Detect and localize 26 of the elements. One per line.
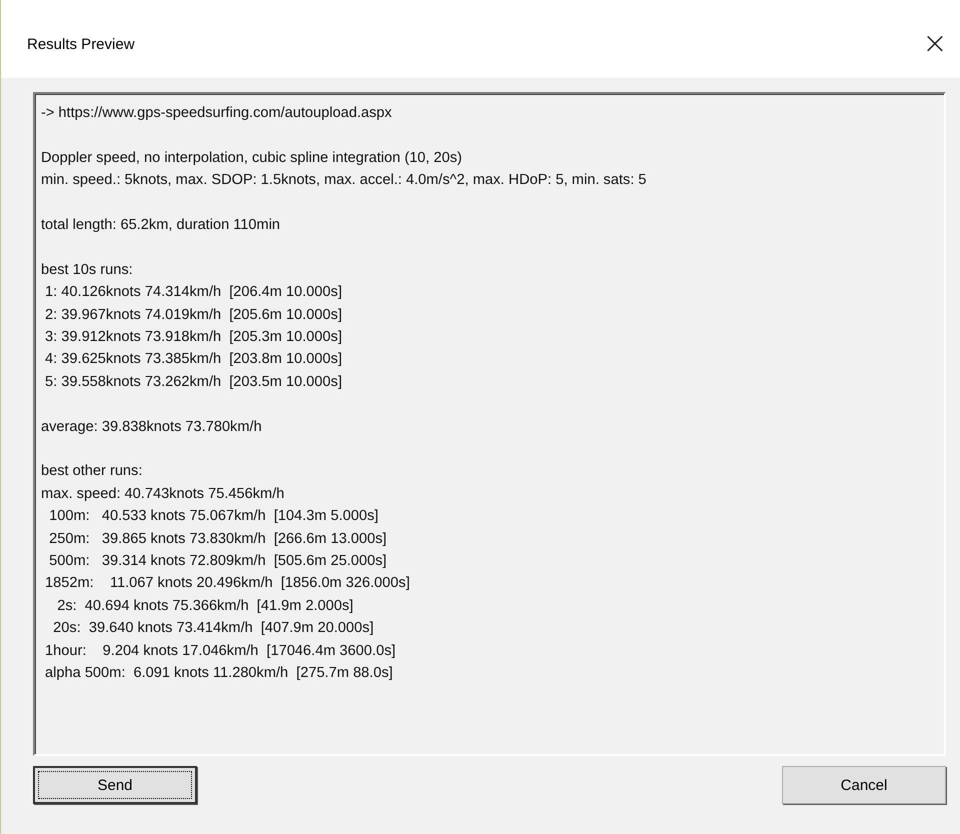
result-line: best other runs:: [41, 462, 144, 482]
result-line: 2: 39.967knots 74.019km/h [205.6m 10.000s]: [44, 306, 343, 325]
result-line: 1852m: 11.067 knots 20.496km/h [1856.0m 326.000s]: [44, 574, 411, 594]
result-line: 20s: 39.640 knots 73.414km/h [407.9m 20.000s]: [52, 619, 375, 638]
result-line: average: 39.838knots 73.780km/h: [41, 418, 263, 437]
result-line: min. speed.: 5knots, max. SDOP: 1.5knots, max. accel.: 4.0m/s^2, max. HDoP: 5, min. sats: 5: [41, 171, 648, 190]
result-line: 2s: 40.694 knots 75.366km/h [41.9m 2.000s]: [56, 596, 354, 616]
results-text-area[interactable]: [33, 92, 946, 756]
result-line: -> https://www.gps-speedsurfing.com/autoupload.aspx: [41, 104, 393, 123]
result-line: Doppler speed, no interpolation, cubic spline integration (10, 20s): [41, 148, 464, 168]
result-line: 5: 39.558knots 73.262km/h [203.5m 10.000s]: [44, 372, 343, 392]
result-line: 100m: 40.533 knots 75.067km/h [104.3m 5.000s]: [48, 507, 380, 526]
result-line: best 10s runs:: [41, 260, 134, 280]
result-line: 1: 40.126knots 74.314km/h [206.4m 10.000s]: [44, 283, 343, 302]
result-line: max. speed: 40.743knots 75.456km/h: [41, 484, 286, 504]
result-line: total length: 65.2km, duration 110min: [41, 216, 282, 235]
window-title: Results Preview: [27, 36, 135, 52]
cancel-button[interactable]: Cancel: [782, 766, 946, 804]
result-line: 1hour: 9.204 knots 17.046km/h [17046.4m 3600.0s]: [44, 642, 397, 661]
result-line: alpha 500m: 6.091 knots 11.280km/h [275.7m 88.0s]: [44, 664, 394, 684]
result-line: 3: 39.912knots 73.918km/h [205.3m 10.000s]: [44, 328, 343, 348]
close-button[interactable]: ×: [912, 26, 958, 60]
result-line: 500m: 39.314 knots 72.809km/h [505.6m 25.000s]: [48, 552, 388, 572]
result-line: 250m: 39.865 knots 73.830km/h [266.6m 13.000s]: [48, 530, 388, 549]
result-line: 4: 39.625knots 73.385km/h [203.8m 10.000s]: [44, 350, 343, 370]
send-button[interactable]: Send: [33, 766, 197, 804]
